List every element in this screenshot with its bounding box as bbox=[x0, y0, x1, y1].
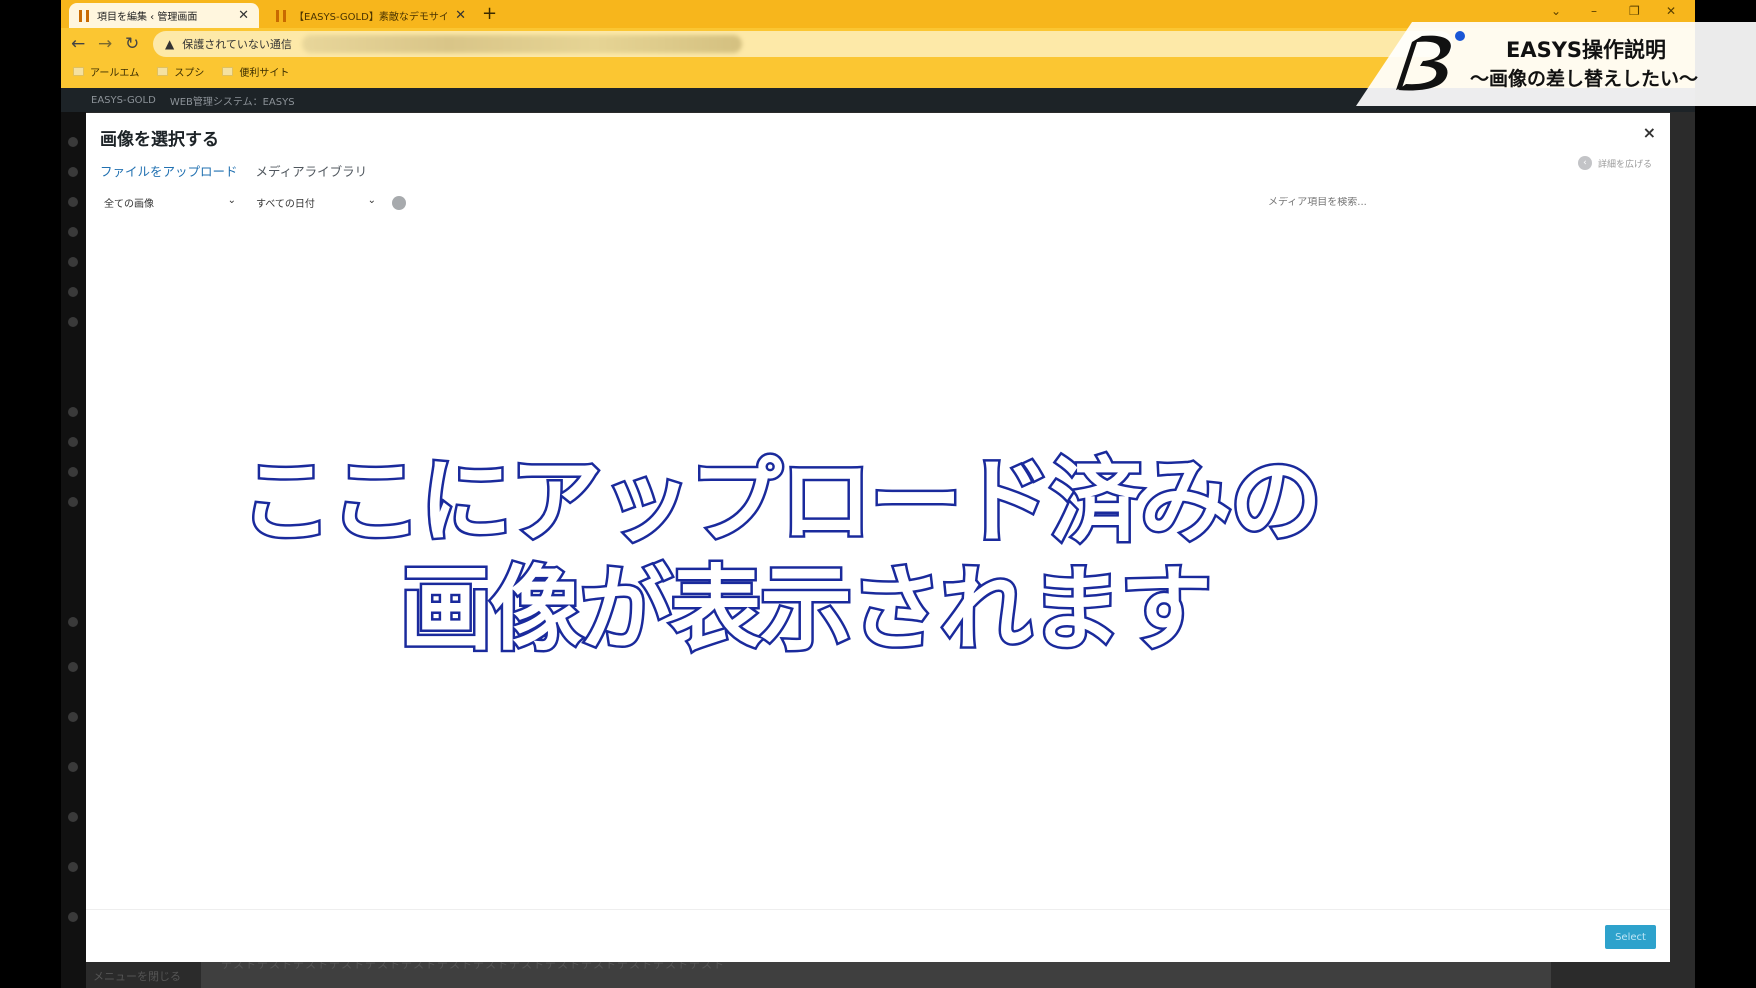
menu-icon[interactable] bbox=[68, 407, 78, 417]
folder-icon bbox=[222, 67, 234, 76]
brand-title: EASYS操作説明 bbox=[1506, 38, 1667, 62]
close-icon[interactable]: ✕ bbox=[238, 8, 249, 23]
menu-icon[interactable] bbox=[68, 437, 78, 447]
modal-title: 画像を選択する bbox=[100, 130, 219, 150]
menu-icon[interactable] bbox=[68, 167, 78, 177]
tab-media-library[interactable]: メディアライブラリ bbox=[256, 161, 368, 180]
minimize-icon[interactable]: – bbox=[1591, 4, 1597, 18]
gear-icon[interactable] bbox=[68, 912, 78, 922]
menu-icon[interactable] bbox=[68, 137, 78, 147]
tab-search-icon[interactable]: ⌄ bbox=[1551, 4, 1561, 18]
gear-icon[interactable] bbox=[68, 812, 78, 822]
folder-icon bbox=[73, 67, 84, 76]
reload-icon[interactable]: ↻ bbox=[125, 34, 139, 54]
spinner-icon bbox=[392, 195, 406, 210]
bookmark-item[interactable]: スプシ bbox=[157, 64, 204, 79]
gear-icon[interactable] bbox=[68, 862, 78, 872]
menu-icon[interactable] bbox=[68, 257, 78, 267]
menu-icon[interactable] bbox=[68, 317, 78, 327]
tab-title: 項目を編集 ‹ 管理画面 bbox=[97, 12, 198, 23]
media-search-input[interactable] bbox=[1268, 197, 1498, 208]
tab-upload-files[interactable]: ファイルをアップロード bbox=[100, 161, 238, 180]
chevron-down-icon: ⌄ bbox=[367, 195, 376, 206]
gear-icon[interactable] bbox=[68, 762, 78, 772]
warning-icon: ▲ bbox=[165, 37, 175, 51]
chevron-down-icon: ⌄ bbox=[227, 195, 236, 206]
brand-logo-icon bbox=[1396, 31, 1465, 91]
tab-title: 【EASYS-GOLD】素敵なデモサイト bbox=[294, 12, 448, 23]
video-caption: ここにアップロード済みの 画像が表示されます bbox=[0, 446, 1560, 666]
back-icon[interactable]: ← bbox=[71, 34, 85, 54]
gear-icon[interactable] bbox=[68, 712, 78, 722]
address-bar[interactable]: ▲ 保護されていない通信 bbox=[153, 31, 1453, 57]
admin-system-link[interactable]: WEB管理システム：EASYS bbox=[170, 93, 295, 108]
bookmark-item[interactable]: 便利サイト bbox=[222, 64, 289, 79]
admin-site-link[interactable]: EASYS-GOLD bbox=[91, 95, 156, 106]
window-close-icon[interactable]: ✕ bbox=[1666, 4, 1676, 18]
folder-icon bbox=[157, 67, 169, 76]
media-router: ファイルをアップロード メディアライブラリ bbox=[100, 161, 367, 180]
restore-icon[interactable]: ❐ bbox=[1629, 4, 1640, 18]
toolbar-divider bbox=[86, 909, 1670, 910]
media-filter-bar: 全ての画像 ⌄ すべての日付 ⌄ bbox=[100, 195, 406, 210]
new-tab-icon[interactable]: + bbox=[482, 3, 497, 24]
expand-details-toggle[interactable]: ‹ 詳細を広げる bbox=[1577, 156, 1652, 170]
security-status: 保護されていない通信 bbox=[182, 38, 292, 51]
favicon-icon bbox=[79, 9, 89, 22]
favicon-icon bbox=[276, 9, 286, 22]
date-filter-select[interactable]: すべての日付 ⌄ bbox=[252, 195, 380, 210]
brand-subtitle: 〜画像の差し替えしたい〜 bbox=[1470, 68, 1699, 90]
blurred-url bbox=[301, 35, 742, 53]
close-icon[interactable]: × bbox=[1643, 123, 1656, 142]
close-icon[interactable]: ✕ bbox=[455, 8, 466, 23]
collapse-menu-link[interactable]: メニューを閉じる bbox=[61, 968, 181, 984]
caption-line-1: ここにアップロード済みの bbox=[237, 446, 1324, 558]
expand-details-label: 詳細を広げる bbox=[1597, 159, 1652, 170]
menu-icon[interactable] bbox=[68, 197, 78, 207]
tab-demo-site[interactable]: 【EASYS-GOLD】素敵なデモサイト ✕ bbox=[266, 3, 476, 28]
tab-edit-item[interactable]: 項目を編集 ‹ 管理画面 ✕ bbox=[69, 3, 259, 28]
select-button[interactable]: Select bbox=[1605, 925, 1656, 949]
menu-icon[interactable] bbox=[68, 227, 78, 237]
menu-icon[interactable] bbox=[68, 287, 78, 297]
bookmark-item[interactable]: アールエム bbox=[73, 64, 139, 79]
type-filter-select[interactable]: 全ての画像 ⌄ bbox=[100, 195, 240, 210]
forward-icon[interactable]: → bbox=[98, 34, 112, 54]
bookmarks-bar: アールエム スプシ 便利サイト bbox=[73, 64, 289, 79]
chevron-left-icon: ‹ bbox=[1577, 156, 1592, 170]
caption-line-2: 画像が表示されます bbox=[397, 554, 1214, 666]
